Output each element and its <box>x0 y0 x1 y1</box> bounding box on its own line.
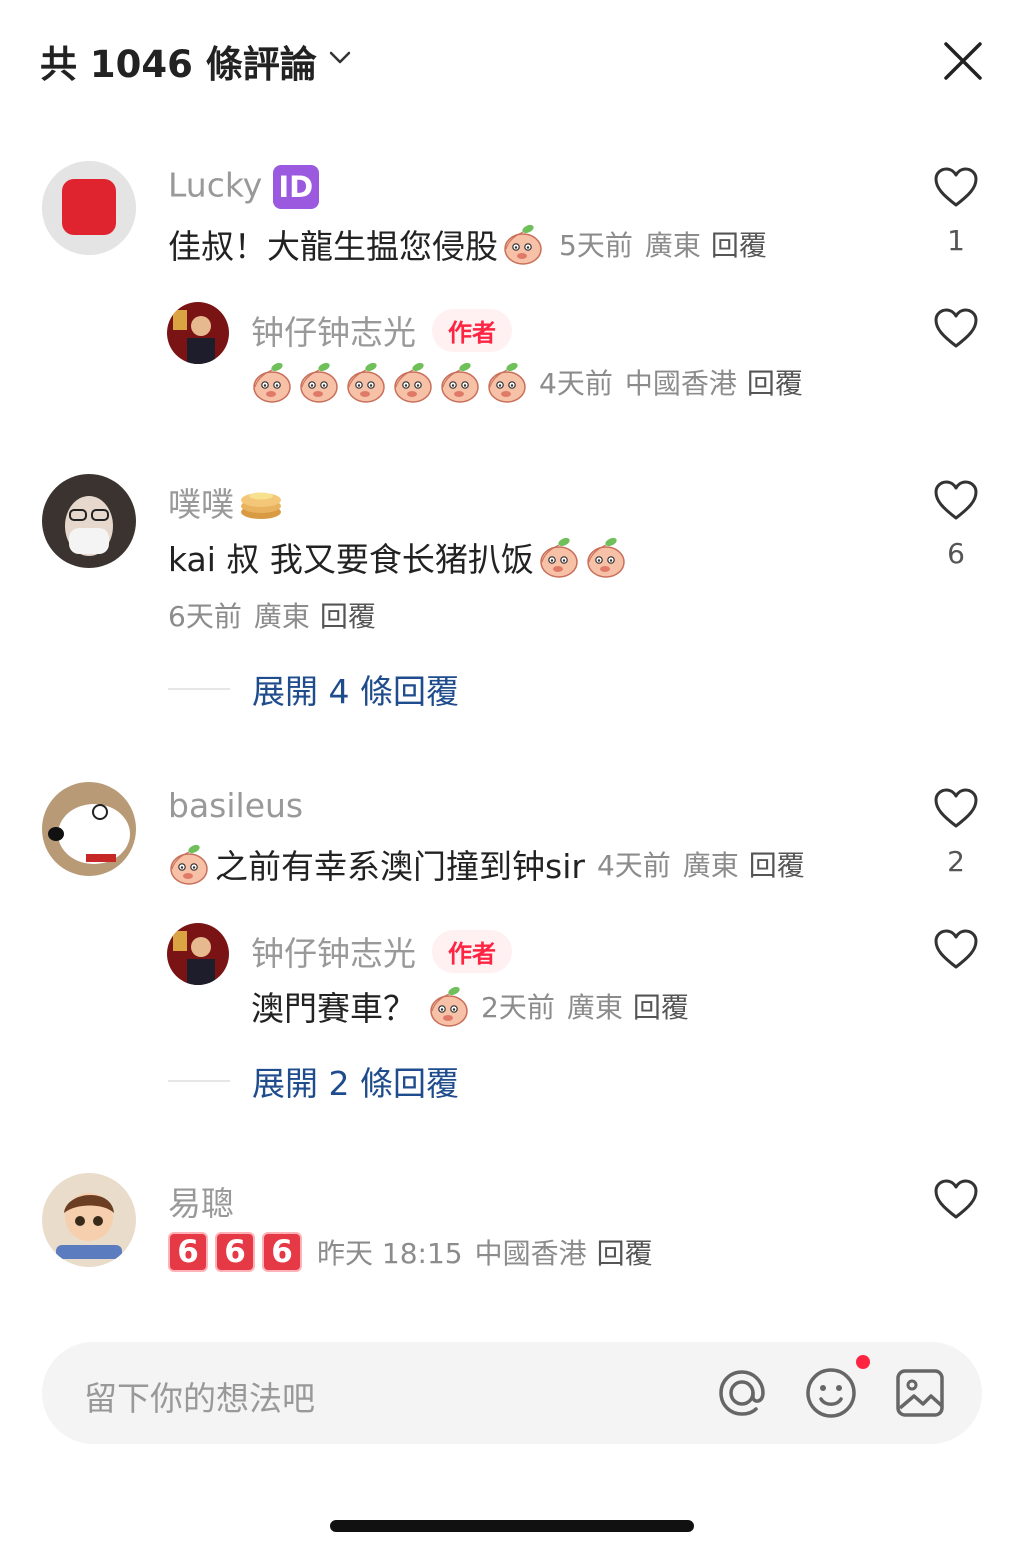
timestamp: 4天前 <box>596 849 671 882</box>
expand-replies-button[interactable]: 展開 2 條回覆 <box>168 1057 459 1105</box>
username-text: 噗噗 <box>168 485 234 524</box>
comment-meta: 2天前 廣東 回覆 <box>481 986 689 1026</box>
comment-body: 佳叔！大龍生揾您侵股 <box>168 227 498 266</box>
peach-emoji-icon <box>428 984 470 1028</box>
peach-emoji-icon <box>502 222 544 266</box>
comment-text: 佳叔！大龍生揾您侵股 5天前 廣東 回覆 <box>168 220 767 268</box>
expand-label: 展開 4 條回覆 <box>252 672 459 711</box>
chevron-down-icon <box>329 51 350 64</box>
divider-line <box>168 1080 230 1082</box>
notification-dot <box>856 1355 870 1369</box>
peach-emoji-icon <box>392 360 434 404</box>
expand-replies-button[interactable]: 展開 4 條回覆 <box>168 665 459 713</box>
reply-button[interactable]: 回覆 <box>597 1237 653 1270</box>
location: 廣東 <box>566 991 623 1024</box>
cartoon-boy-avatar-image <box>42 1173 136 1267</box>
comment-input-placeholder[interactable]: 留下你的想法吧 <box>84 1372 315 1420</box>
peach-emoji-icon <box>538 535 580 579</box>
comment-meta: 4天前 廣東 回覆 <box>597 844 805 884</box>
avatar[interactable] <box>42 474 136 568</box>
reply-username[interactable]: 钟仔钟志光 作者 <box>251 927 512 975</box>
comment-text: kai 叔 我又要食长猪扒饭 <box>168 533 632 581</box>
avatar[interactable] <box>42 161 136 255</box>
like-heart-icon[interactable] <box>933 166 979 208</box>
cartoon-dog-avatar-image <box>42 782 136 876</box>
timestamp: 4天前 <box>539 367 613 400</box>
location: 廣東 <box>253 600 310 633</box>
timestamp: 5天前 <box>559 229 633 262</box>
reply-button[interactable]: 回覆 <box>320 600 376 633</box>
location: 廣東 <box>644 229 701 262</box>
avatar[interactable] <box>42 782 136 876</box>
comment-username[interactable]: basileus <box>168 786 303 825</box>
like-heart-icon[interactable] <box>933 928 979 970</box>
peach-emoji-icon <box>298 360 340 404</box>
comment-count-label: 共 1046 條評論 <box>40 43 317 86</box>
like-count: 1 <box>947 224 965 257</box>
author-tag: 作者 <box>432 308 512 352</box>
author-avatar-image <box>167 923 229 985</box>
home-indicator <box>330 1520 694 1532</box>
digit-emoji: 6 <box>168 1232 208 1272</box>
comment-meta: 昨天 18:15 中國香港 回覆 <box>317 1232 653 1272</box>
user-photo-avatar-image <box>42 474 136 568</box>
timestamp: 2天前 <box>481 991 555 1024</box>
like-count: 6 <box>947 537 965 570</box>
comment-username[interactable]: 易聰 <box>168 1177 234 1225</box>
reply-button[interactable]: 回覆 <box>633 991 689 1024</box>
author-tag: 作者 <box>432 929 512 973</box>
like-heart-icon[interactable] <box>933 787 979 829</box>
expand-label: 展開 2 條回覆 <box>252 1064 459 1103</box>
comment-username[interactable]: 噗噗 <box>168 478 284 526</box>
reply-text: 澳門賽車？ 2天前 廣東 回覆 <box>251 982 689 1030</box>
like-heart-icon[interactable] <box>933 307 979 349</box>
emoji-icon[interactable] <box>804 1366 858 1420</box>
reply-text: 4天前 中國香港 回覆 <box>251 360 803 404</box>
like-heart-icon[interactable] <box>933 1178 979 1220</box>
close-icon[interactable] <box>942 40 984 82</box>
comment-text: 之前有幸系澳门撞到钟sir 4天前 廣東 回覆 <box>168 840 805 888</box>
comment-body: kai 叔 我又要食长猪扒饭 <box>168 540 534 579</box>
app-logo-avatar-image <box>42 161 136 255</box>
peach-emoji-icon <box>486 360 528 404</box>
comment-meta: 5天前 廣東 回覆 <box>559 224 767 264</box>
username-text: 钟仔钟志光 <box>251 313 416 352</box>
comment-text: 6 6 6 昨天 18:15 中國香港 回覆 <box>168 1232 653 1272</box>
id-badge-icon: ID <box>272 165 319 209</box>
reply-button[interactable]: 回覆 <box>747 367 803 400</box>
username-text: 钟仔钟志光 <box>251 934 416 973</box>
comment-body: 之前有幸系澳门撞到钟sir <box>215 847 585 886</box>
reply-username[interactable]: 钟仔钟志光 作者 <box>251 306 512 354</box>
divider-line <box>168 688 230 690</box>
avatar[interactable] <box>42 1173 136 1267</box>
reply-button[interactable]: 回覆 <box>711 229 767 262</box>
timestamp: 6天前 <box>168 600 242 633</box>
timestamp: 昨天 18:15 <box>317 1237 463 1270</box>
avatar[interactable] <box>167 302 229 364</box>
peach-emoji-icon <box>345 360 387 404</box>
like-count: 2 <box>947 845 965 878</box>
peach-emoji-icon <box>585 535 627 579</box>
location: 中國香港 <box>474 1237 587 1270</box>
image-icon[interactable] <box>893 1366 947 1420</box>
avatar[interactable] <box>167 923 229 985</box>
comment-count-title[interactable]: 共 1046 條評論 <box>40 34 351 88</box>
reply-button[interactable]: 回覆 <box>749 849 805 882</box>
author-avatar-image <box>167 302 229 364</box>
username-text: Lucky <box>168 165 263 205</box>
comment-meta: 6天前 廣東 回覆 <box>168 595 376 635</box>
peach-emoji-icon <box>251 360 293 404</box>
pancake-icon <box>241 492 281 519</box>
location: 中國香港 <box>624 367 737 400</box>
peach-emoji-icon <box>439 360 481 404</box>
comment-meta: 4天前 中國香港 回覆 <box>539 362 803 402</box>
digit-emoji: 6 <box>262 1232 302 1272</box>
comment-username[interactable]: Lucky ID <box>168 165 319 209</box>
at-icon[interactable] <box>715 1366 769 1420</box>
like-heart-icon[interactable] <box>933 479 979 521</box>
comment-body: 澳門賽車？ <box>251 989 416 1028</box>
peach-emoji-icon <box>168 842 210 886</box>
location: 廣東 <box>682 849 739 882</box>
digit-emoji: 6 <box>215 1232 255 1272</box>
